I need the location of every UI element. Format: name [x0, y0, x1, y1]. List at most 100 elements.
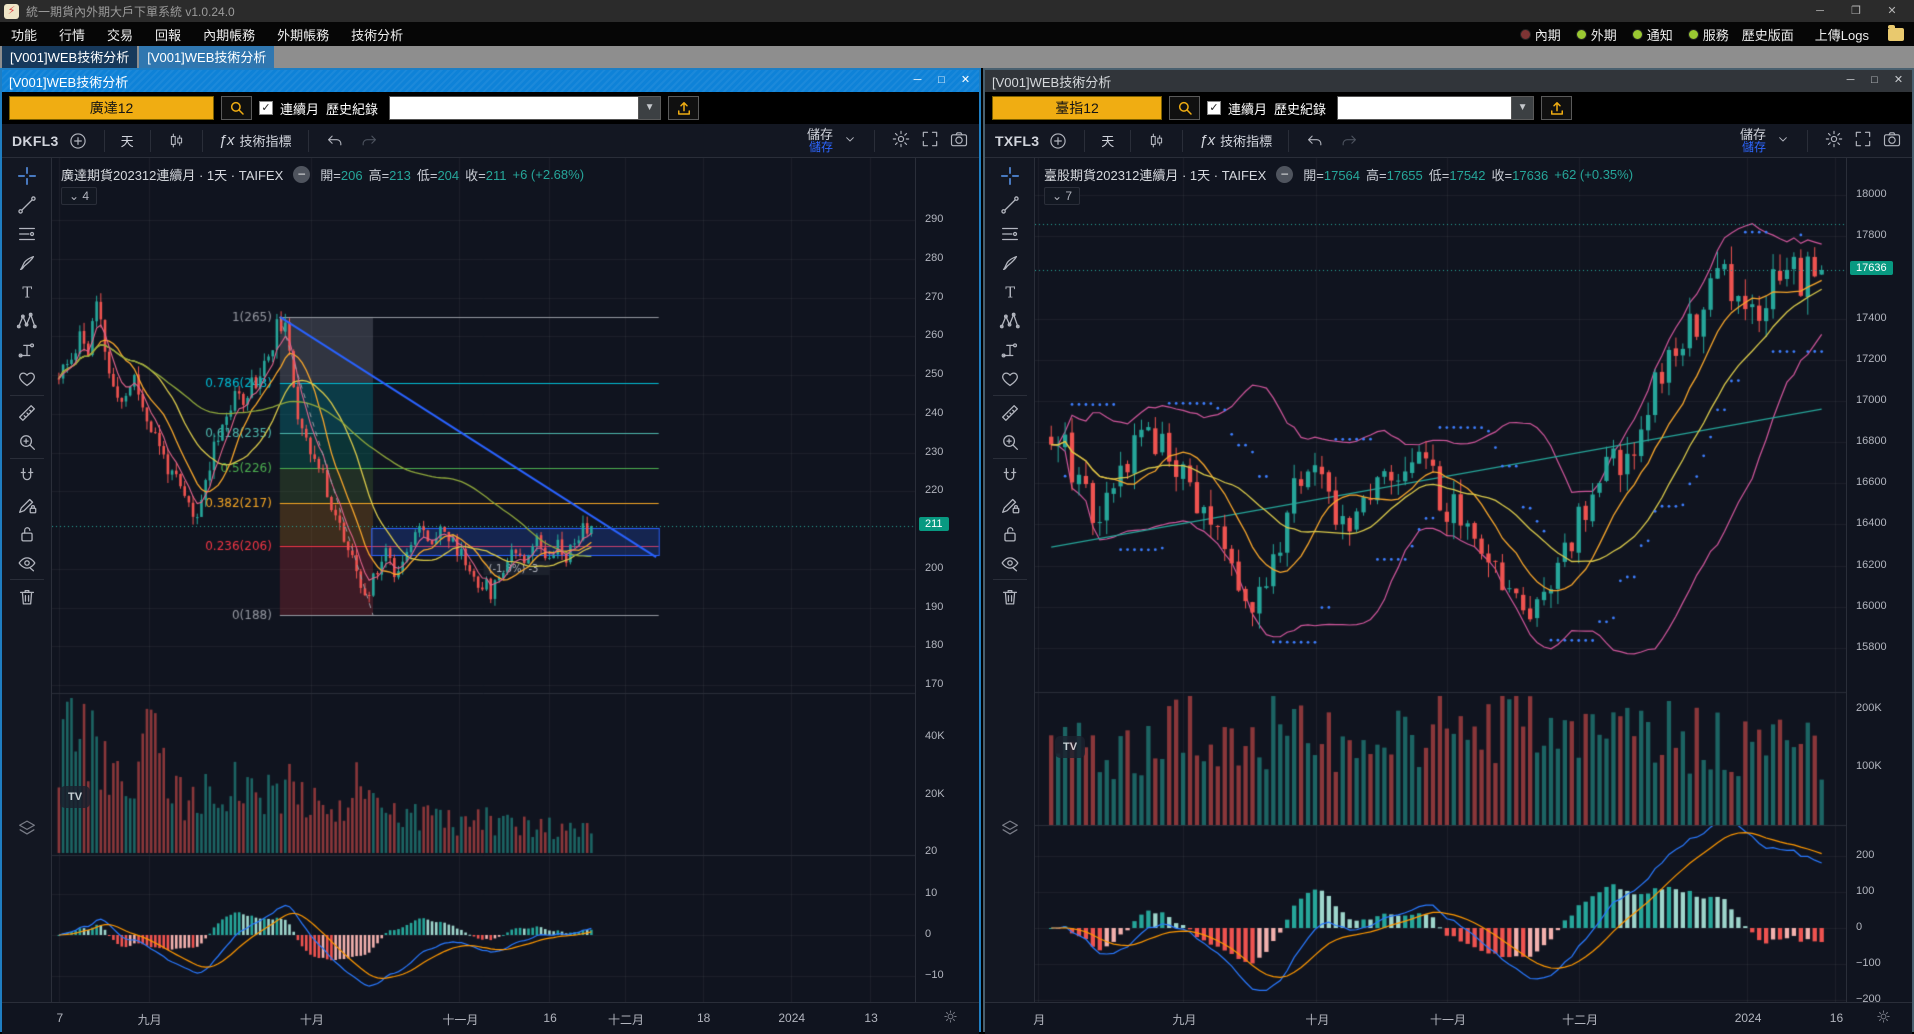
tool-zoom-in-icon[interactable]	[8, 427, 46, 456]
object-tree-layers-icon[interactable]	[991, 813, 1029, 842]
tool-magnet-icon[interactable]	[8, 461, 46, 490]
tool-xabcd-pattern-icon[interactable]	[991, 306, 1029, 335]
tool-trend-line-icon[interactable]	[8, 190, 46, 219]
symbol-input[interactable]	[992, 96, 1162, 120]
theme-sun-icon[interactable]	[942, 1008, 959, 1028]
history-combobox[interactable]	[1337, 96, 1512, 120]
window-titlebar[interactable]: [V001]WEB技術分析─□✕	[2, 70, 979, 92]
window-minimize-button[interactable]: ─	[907, 72, 928, 90]
continuous-month-checkbox[interactable]: ✓	[259, 101, 273, 115]
tab-web-technical-analysis-2[interactable]: [V001]WEB技術分析	[139, 46, 274, 68]
chart-style-button[interactable]	[160, 127, 193, 155]
indicators-button[interactable]: ƒx技術指標	[212, 127, 299, 155]
legend-title[interactable]: 臺股期貨202312連續月 · 1天 · TAIFEX	[1044, 165, 1266, 184]
tool-brush-icon[interactable]	[8, 248, 46, 277]
menu-item[interactable]: 交易	[96, 25, 144, 44]
tool-trash-icon[interactable]	[8, 582, 46, 611]
tool-magnet-icon[interactable]	[991, 461, 1029, 490]
theme-sun-icon[interactable]	[1875, 1008, 1892, 1028]
tool-ruler-icon[interactable]	[991, 398, 1029, 427]
window-titlebar[interactable]: [V001]WEB技術分析─□✕	[985, 70, 1912, 92]
chart-canvas[interactable]	[52, 158, 915, 1002]
tool-text-icon[interactable]: T	[991, 277, 1029, 306]
tool-fib-retracement-icon[interactable]	[991, 219, 1029, 248]
menu-item[interactable]: 行情	[48, 25, 96, 44]
object-tree-layers-icon[interactable]	[8, 813, 46, 842]
window-maximize-button[interactable]: □	[1864, 72, 1885, 90]
time-axis[interactable]: 月九月十月十一月十二月202416	[985, 1002, 1912, 1034]
tool-lock-icon[interactable]	[991, 519, 1029, 548]
tool-trash-icon[interactable]	[991, 582, 1029, 611]
tool-heart-icon[interactable]	[991, 364, 1029, 393]
window-minimize-button[interactable]: ─	[1840, 72, 1861, 90]
window-maximize-button[interactable]: □	[931, 72, 952, 90]
menu-item[interactable]: 技術分析	[340, 25, 414, 44]
fullscreen-icon[interactable]	[1853, 129, 1873, 152]
tradingview-logo[interactable]: TV	[1055, 736, 1085, 758]
tool-crosshair-icon[interactable]	[991, 161, 1029, 190]
combobox-dropdown-arrow[interactable]: ▼	[639, 96, 661, 120]
redo-button[interactable]	[1333, 127, 1366, 155]
fullscreen-icon[interactable]	[920, 129, 940, 152]
continuous-month-checkbox[interactable]: ✓	[1207, 101, 1221, 115]
window-close-button[interactable]: ✕	[955, 72, 976, 90]
app-minimize-button[interactable]: ─	[1802, 0, 1838, 22]
folder-icon[interactable]	[1888, 28, 1904, 41]
interval-button[interactable]: 天	[1094, 127, 1121, 155]
tool-text-icon[interactable]: T	[8, 277, 46, 306]
price-axis[interactable]: 29028027026025024023022020019018017040K2…	[915, 158, 979, 1002]
screenshot-camera-icon[interactable]	[949, 129, 969, 152]
tool-projection-icon[interactable]	[991, 335, 1029, 364]
history-layout-link[interactable]: 歷史版面	[1734, 25, 1802, 44]
app-maximize-button[interactable]: ❐	[1838, 0, 1874, 22]
chart-style-button[interactable]	[1140, 127, 1173, 155]
tool-brush-icon[interactable]	[991, 248, 1029, 277]
settings-gear-icon[interactable]	[891, 129, 911, 152]
time-axis[interactable]: 7九月十月十一月16十二月18202413	[2, 1002, 979, 1034]
menu-item[interactable]: 功能	[0, 25, 48, 44]
compare-add-button[interactable]	[61, 127, 95, 155]
interval-button[interactable]: 天	[114, 127, 141, 155]
upload-layout-button[interactable]	[1541, 96, 1572, 120]
save-button[interactable]: 儲存儲存	[1740, 129, 1766, 153]
tool-lock-icon[interactable]	[8, 519, 46, 548]
symbol-input[interactable]	[9, 96, 214, 120]
tool-xabcd-pattern-icon[interactable]	[8, 306, 46, 335]
tool-trend-line-icon[interactable]	[991, 190, 1029, 219]
tool-hide-all-icon[interactable]	[991, 548, 1029, 577]
search-button[interactable]	[221, 96, 252, 120]
undo-button[interactable]	[1298, 127, 1331, 155]
tool-projection-icon[interactable]	[8, 335, 46, 364]
save-button[interactable]: 儲存儲存	[807, 129, 833, 153]
window-close-button[interactable]: ✕	[1888, 72, 1909, 90]
upload-logs-link[interactable]: 上傳Logs	[1807, 25, 1877, 44]
app-close-button[interactable]: ✕	[1874, 0, 1910, 22]
redo-button[interactable]	[353, 127, 386, 155]
legend-collapse-icon[interactable]: –	[1276, 166, 1293, 183]
legend-title[interactable]: 廣達期貨202312連續月 · 1天 · TAIFEX	[61, 165, 283, 184]
save-menu-chevron[interactable]	[1775, 131, 1791, 150]
tool-draw-lock-icon[interactable]	[991, 490, 1029, 519]
screenshot-camera-icon[interactable]	[1882, 129, 1902, 152]
tab-web-technical-analysis-1[interactable]: [V001]WEB技術分析	[2, 46, 137, 68]
upload-layout-button[interactable]	[668, 96, 699, 120]
tradingview-logo[interactable]: TV	[60, 786, 90, 808]
menu-item[interactable]: 內期帳務	[192, 25, 266, 44]
history-combobox[interactable]	[389, 96, 639, 120]
menu-item[interactable]: 外期帳務	[266, 25, 340, 44]
indicators-button[interactable]: ƒx技術指標	[1192, 127, 1279, 155]
indicators-collapsed-chip[interactable]: ⌄ 4	[61, 187, 97, 205]
menu-item[interactable]: 回報	[144, 25, 192, 44]
tool-hide-all-icon[interactable]	[8, 548, 46, 577]
combobox-dropdown-arrow[interactable]: ▼	[1512, 96, 1534, 120]
settings-gear-icon[interactable]	[1824, 129, 1844, 152]
undo-button[interactable]	[318, 127, 351, 155]
chart-canvas[interactable]	[1035, 158, 1846, 1002]
tool-zoom-in-icon[interactable]	[991, 427, 1029, 456]
tool-fib-retracement-icon[interactable]	[8, 219, 46, 248]
tool-crosshair-icon[interactable]	[8, 161, 46, 190]
indicators-collapsed-chip[interactable]: ⌄ 7	[1044, 187, 1080, 205]
save-menu-chevron[interactable]	[842, 131, 858, 150]
search-button[interactable]	[1169, 96, 1200, 120]
tool-draw-lock-icon[interactable]	[8, 490, 46, 519]
